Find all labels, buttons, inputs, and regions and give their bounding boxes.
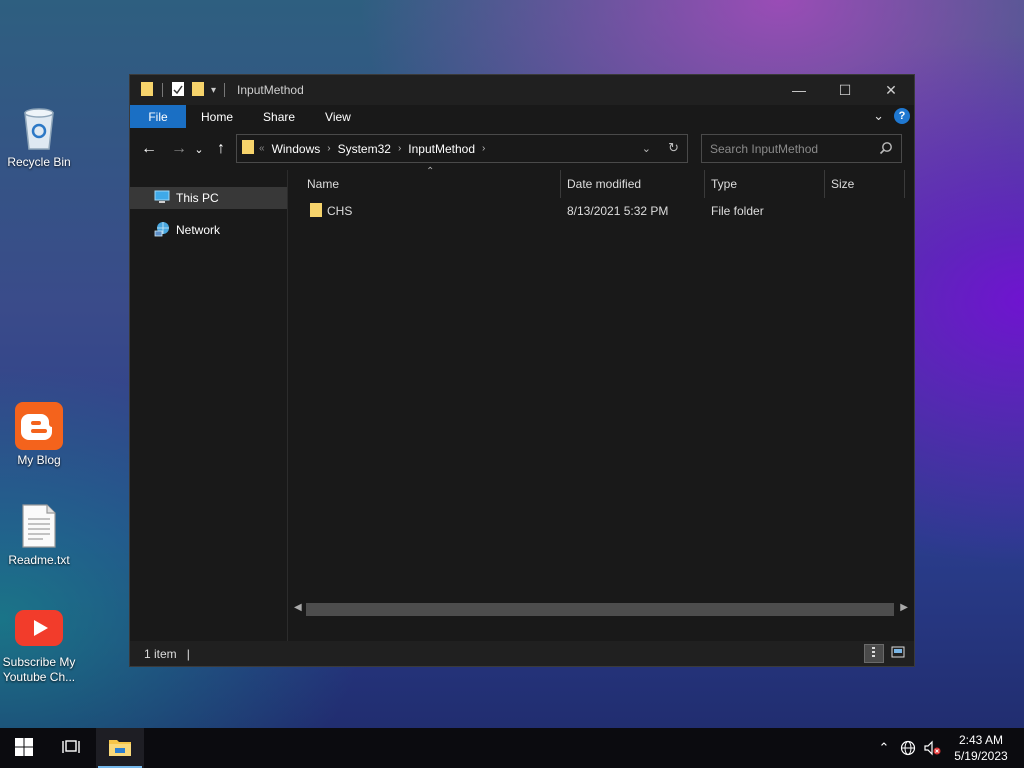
windows-logo-icon: [14, 737, 34, 760]
navigation-bar: ← → ⌄ ↑ « Windows › System32 › InputMeth…: [130, 128, 914, 170]
recycle-bin-icon: [15, 104, 63, 152]
tab-file[interactable]: File: [130, 105, 186, 128]
scrollbar-thumb[interactable]: [306, 603, 894, 616]
desktop-icon-label: Recycle Bin: [7, 155, 71, 169]
youtube-icon: [15, 604, 63, 652]
search-box[interactable]: Search InputMethod: [701, 134, 902, 163]
file-date-modified: 8/13/2021 5:32 PM: [567, 204, 669, 218]
blogger-icon: [15, 402, 63, 450]
desktop-icon-my-blog[interactable]: My Blog: [0, 402, 78, 468]
new-folder-icon[interactable]: [191, 81, 205, 100]
file-name-cell: CHS: [309, 200, 352, 222]
text-cursor: |: [186, 646, 190, 661]
column-header-size[interactable]: Size: [825, 170, 905, 198]
folder-icon: [140, 81, 154, 100]
task-view-icon: [62, 738, 82, 759]
chevron-right-icon[interactable]: ›: [478, 143, 489, 154]
scroll-left-icon[interactable]: ◀: [294, 602, 302, 613]
tab-view[interactable]: View: [310, 105, 366, 128]
details-view-icon: [868, 646, 880, 661]
file-name: CHS: [327, 204, 353, 218]
main-area: This PC Network ⌃ Name Date modified Typ…: [130, 166, 914, 643]
scroll-right-icon[interactable]: ▶: [900, 602, 908, 613]
navpane-item-network[interactable]: Network: [130, 219, 287, 241]
navigation-pane: This PC Network: [130, 170, 288, 643]
navpane-item-label: Network: [176, 223, 221, 237]
recent-locations-button[interactable]: ⌄: [191, 137, 207, 161]
this-pc-icon: [154, 190, 170, 207]
quick-access-toolbar: ▾ InputMethod: [130, 81, 304, 100]
chevron-right-icon[interactable]: ›: [323, 143, 334, 154]
title-bar[interactable]: ▾ InputMethod — ☐ ✕: [130, 75, 914, 105]
forward-button[interactable]: →: [167, 137, 191, 161]
chevron-right-icon[interactable]: ›: [394, 143, 405, 154]
taskbar: ⌃ 2:43 AM 5/19/2023: [0, 728, 1024, 768]
address-dropdown-icon[interactable]: ⌄: [642, 142, 651, 155]
window-title: InputMethod: [237, 83, 304, 97]
separator: [162, 83, 163, 97]
ribbon-tabs: File Home Share View ⌄ ?: [130, 105, 914, 128]
status-bar: 1 item |: [130, 641, 914, 666]
breadcrumb-system32[interactable]: System32: [335, 142, 394, 156]
expand-ribbon-icon[interactable]: ⌄: [873, 108, 884, 124]
network-icon: [154, 221, 170, 240]
details-view-button[interactable]: [864, 644, 884, 663]
text-file-icon: [15, 502, 63, 550]
volume-muted-icon[interactable]: [920, 728, 944, 768]
navpane-item-label: This PC: [176, 191, 219, 205]
large-icons-view-icon: [891, 646, 905, 661]
column-header-name[interactable]: Name: [301, 170, 561, 198]
address-bar[interactable]: « Windows › System32 › InputMethod › ⌄ ↻: [236, 134, 688, 163]
file-explorer-window: ▾ InputMethod — ☐ ✕ File Home Share View…: [129, 74, 915, 667]
table-row[interactable]: CHS 8/13/2021 5:32 PM File folder: [288, 200, 908, 222]
horizontal-scrollbar[interactable]: ◀ ▶: [288, 601, 914, 618]
overflow-chevron-icon[interactable]: «: [255, 143, 269, 154]
file-explorer-icon: [108, 737, 132, 760]
column-headers: ⌃ Name Date modified Type Size: [288, 166, 914, 198]
desktop-icon-label: My Blog: [17, 453, 61, 467]
file-type: File folder: [711, 204, 764, 218]
network-status-icon[interactable]: [896, 728, 920, 768]
search-input[interactable]: Search InputMethod: [710, 142, 818, 156]
desktop-icon-recycle-bin[interactable]: Recycle Bin: [0, 104, 78, 170]
navpane-item-this-pc[interactable]: This PC: [130, 187, 287, 209]
separator: [224, 83, 226, 97]
up-button[interactable]: ↑: [209, 137, 233, 161]
desktop-icon-label: Subscribe My Youtube Ch...: [2, 655, 76, 684]
customize-toolbar-icon[interactable]: ▾: [211, 85, 216, 96]
show-hidden-icons-icon[interactable]: ⌃: [872, 728, 896, 768]
clock[interactable]: 2:43 AM 5/19/2023: [944, 732, 1018, 764]
tab-share[interactable]: Share: [248, 105, 310, 128]
system-tray: ⌃ 2:43 AM 5/19/2023: [872, 728, 1024, 768]
task-view-button[interactable]: [48, 728, 96, 768]
folder-icon: [241, 139, 255, 158]
close-button[interactable]: ✕: [868, 75, 914, 105]
column-header-type[interactable]: Type: [705, 170, 825, 198]
start-button[interactable]: [0, 728, 48, 768]
properties-icon[interactable]: [171, 81, 185, 100]
large-icons-view-button[interactable]: [888, 644, 908, 663]
desktop-icon-youtube[interactable]: Subscribe My Youtube Ch...: [0, 604, 78, 685]
taskbar-file-explorer[interactable]: [96, 728, 144, 768]
back-button[interactable]: ←: [137, 137, 161, 161]
breadcrumb-windows[interactable]: Windows: [269, 142, 324, 156]
minimize-button[interactable]: —: [776, 75, 822, 105]
breadcrumb-inputmethod[interactable]: InputMethod: [405, 142, 478, 156]
refresh-button[interactable]: ↻: [668, 140, 679, 156]
column-header-date-modified[interactable]: Date modified: [561, 170, 705, 198]
help-icon[interactable]: ?: [894, 108, 910, 124]
maximize-button[interactable]: ☐: [822, 75, 868, 105]
clock-time: 2:43 AM: [958, 733, 1004, 747]
search-icon: [879, 141, 893, 158]
clock-date: 5/19/2023: [954, 749, 1008, 763]
desktop-icon-readme[interactable]: Readme.txt: [0, 502, 78, 568]
file-list: ⌃ Name Date modified Type Size CHS 8/13/…: [288, 166, 914, 643]
item-count: 1 item: [144, 646, 177, 661]
folder-icon: [309, 202, 323, 221]
desktop-icon-label: Readme.txt: [8, 553, 70, 567]
tab-home[interactable]: Home: [186, 105, 248, 128]
